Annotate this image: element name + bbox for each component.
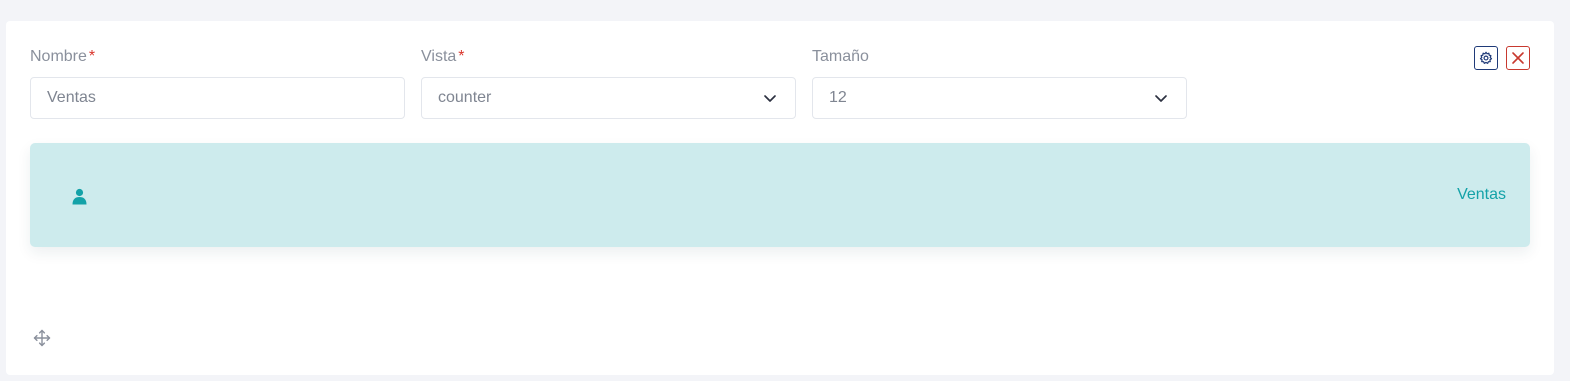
vista-select[interactable]: counter: [421, 77, 796, 119]
move-icon[interactable]: [33, 329, 51, 347]
counter-preview: Ventas: [30, 143, 1530, 247]
tamano-label: Tamaño: [812, 48, 869, 65]
user-icon: [72, 188, 87, 205]
widget-editor-card: Nombre* Vista* counter Tamaño 12: [6, 21, 1554, 375]
nombre-label: Nombre *: [30, 48, 96, 65]
close-button[interactable]: [1506, 46, 1530, 70]
vista-label: Vista *: [421, 48, 465, 65]
close-icon: [1512, 52, 1524, 64]
tamano-select[interactable]: 12: [812, 77, 1187, 119]
nombre-input[interactable]: [30, 77, 405, 119]
vista-selected-value: counter: [438, 89, 492, 106]
settings-button[interactable]: [1474, 46, 1498, 70]
required-mark: *: [88, 48, 96, 65]
chevron-down-icon: [1155, 95, 1167, 102]
tamano-selected-value: 12: [829, 89, 847, 106]
gear-icon: [1479, 51, 1493, 64]
chevron-down-icon: [764, 95, 776, 102]
required-mark: *: [458, 48, 465, 65]
counter-label: Ventas: [1457, 186, 1506, 203]
